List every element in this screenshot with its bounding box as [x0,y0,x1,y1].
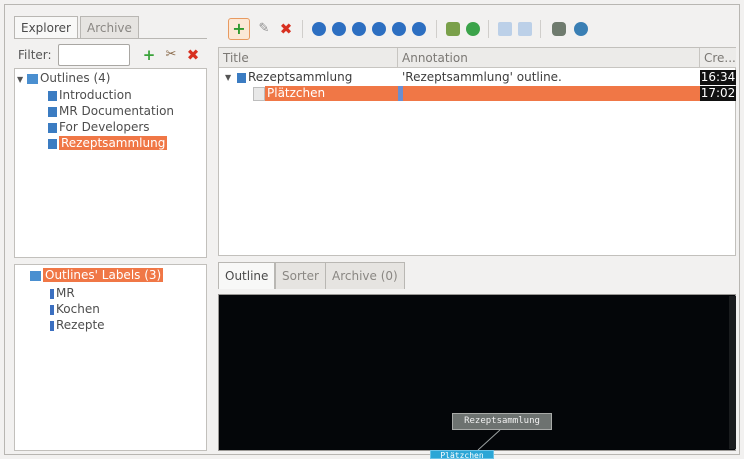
new-outline-button[interactable]: + [228,18,250,40]
toolbar-separator [302,20,303,38]
row-title: Rezeptsammlung [248,70,353,84]
filter-input[interactable] [58,44,130,66]
row-created: 17:02 [700,86,736,101]
outline-item-label: For Developers [59,120,150,134]
globe-icon[interactable] [574,22,588,36]
toolbar-separator [436,20,437,38]
tab-archive[interactable]: Archive [80,16,139,39]
outline-icon [48,122,57,133]
outline-icon [237,72,246,83]
toolbar-separator [540,20,541,38]
outline-table[interactable]: Title Annotation Cre... ▼ Rezeptsammlung… [218,47,736,256]
column-header-title[interactable]: Title [219,48,398,68]
column-header-annotation[interactable]: Annotation [398,48,700,68]
mindmap-child-node[interactable]: Plätzchen [430,450,494,459]
outline-icon [48,106,57,117]
add-icon: + [232,19,246,38]
label-item-label: MR [56,286,75,300]
row-annotation[interactable] [403,86,700,101]
toolbar: + ✎ ✖ [218,14,736,44]
move-down-icon[interactable] [332,22,346,36]
outline-item-for-developers[interactable]: For Developers [48,120,150,135]
label-item-kochen[interactable]: Kochen [50,302,100,317]
tab-archive-count[interactable]: Archive (0) [325,262,405,289]
expand-arrow-icon[interactable]: ▼ [17,75,23,84]
expand-all-icon[interactable] [498,22,512,36]
tab-explorer[interactable]: Explorer [14,16,78,39]
add-icon[interactable]: + [140,46,158,64]
outline-icon [48,138,57,149]
folder-icon [26,73,38,84]
move-left-icon[interactable] [352,22,366,36]
collapse-all-icon[interactable] [518,22,532,36]
label-icon [50,288,54,299]
column-header-created[interactable]: Cre... [700,48,736,68]
move-up-icon[interactable] [312,22,326,36]
outline-item-mr-documentation[interactable]: MR Documentation [48,104,174,119]
row-created: 16:34 [700,70,736,85]
labels-folder-icon [30,270,41,281]
mindmap-root-node[interactable]: Rezeptsammlung [452,413,552,430]
user-icon[interactable] [552,22,566,36]
outline-item-rezeptsammlung[interactable]: Rezeptsammlung [48,136,168,151]
delete-icon[interactable]: ✖ [278,21,294,37]
outline-item-label: Rezeptsammlung [59,136,168,150]
vertical-splitter[interactable] [210,14,214,451]
demote-icon[interactable] [412,22,426,36]
move-right-icon[interactable] [372,22,386,36]
edit-icon[interactable]: ✎ [256,21,272,37]
label-icon [50,320,54,331]
toolbar-separator [488,20,489,38]
outline-item-label: Introduction [59,88,132,102]
labels-tree[interactable] [14,264,207,451]
refresh-icon[interactable] [466,22,480,36]
filter-label: Filter: [18,48,52,62]
tab-sorter[interactable]: Sorter [275,262,326,289]
note-icon [253,87,265,101]
label-item-label: Rezepte [56,318,105,332]
outline-item-label: MR Documentation [59,104,175,118]
outline-icon [48,90,57,101]
label-item-rezepte[interactable]: Rezepte [50,318,105,333]
tab-outline[interactable]: Outline [218,262,276,289]
outlines-header-label: Outlines (4) [39,71,111,85]
labels-header[interactable]: Outlines' Labels (3) [30,268,164,283]
label-item-mr[interactable]: MR [50,286,75,301]
tab-divider [14,38,207,39]
label-item-label: Kochen [56,302,100,316]
labels-header-label: Outlines' Labels (3) [43,268,164,282]
expand-arrow-icon[interactable]: ▼ [225,70,231,85]
cut-icon[interactable] [446,22,460,36]
outlines-header[interactable]: ▼ Outlines (4) [17,71,110,86]
row-annotation[interactable]: 'Rezeptsammlung' outline. [402,70,562,85]
delete-icon[interactable]: ✖ [184,46,202,64]
outline-item-introduction[interactable]: Introduction [48,88,132,103]
promote-icon[interactable] [392,22,406,36]
tools-icon[interactable]: ✂ [162,46,180,64]
table-row-selected[interactable]: Plätzchen [265,86,399,101]
scrollbar[interactable] [729,296,736,449]
table-row[interactable]: Rezeptsammlung [237,70,352,85]
label-icon [50,304,54,315]
mindmap-connector [477,429,501,451]
